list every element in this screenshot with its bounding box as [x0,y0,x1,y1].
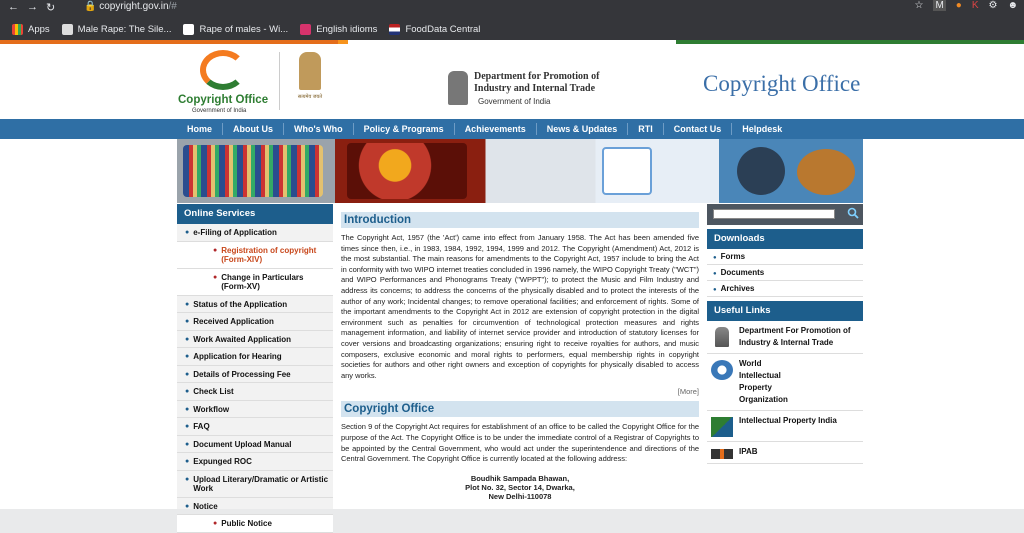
menu-received-application[interactable]: ● Received Application [177,313,333,331]
logo-divider [279,52,280,110]
introduction-text: The Copyright Act, 1957 (the 'Act') came… [341,233,699,380]
emblem-icon [715,327,729,347]
nav-whos-who[interactable]: Who's Who [284,123,354,135]
menu-upload-manual[interactable]: ● Document Upload Manual [177,436,333,453]
film-reel-image [737,147,785,195]
nav-news-updates[interactable]: News & Updates [537,123,629,135]
bookmark-rape-of-males[interactable]: Rape of males - Wi... [183,23,288,35]
menu-work-awaited[interactable]: ● Work Awaited Application [177,331,333,348]
extension-k-icon[interactable]: K [972,0,979,11]
downloads-title: Downloads [707,229,863,249]
link-ipab[interactable]: IPAB [707,442,863,464]
menu-efiling[interactable]: ● e-Filing of Application [177,224,333,242]
bookmarks-bar: Apps Male Rape: The Sile... Rape of male… [0,18,1024,40]
more-link[interactable]: [More] [341,387,699,396]
bookmark-fooddata[interactable]: FoodData Central [389,23,480,35]
flag-icon [389,23,401,35]
menu-status-application[interactable]: ● Status of the Application [177,296,333,313]
books-image [183,145,323,197]
online-services-title: Online Services [177,204,333,224]
copyright-office-heading: Copyright Office [341,401,699,418]
menu-registration-form-xiv[interactable]: ● Registration of copyright (Form-XIV) [177,241,333,269]
nav-helpdesk[interactable]: Helpdesk [732,123,792,135]
introduction-heading: Introduction [341,212,699,228]
apps-grid-icon [12,23,23,35]
browser-chrome: ← → ↻ 🔒 copyright.gov.in/# ☆ M ● K ⚙ ☻ A… [0,0,1024,40]
copyright-office-logo[interactable]: Copyright Office Government of India [178,50,268,114]
ef-icon [300,23,312,35]
star-icon[interactable]: ☆ [914,0,923,11]
extension-honey-icon[interactable]: ● [956,0,962,11]
search-bar [707,204,863,225]
office-address: Boudhik Sampada Bhawan, Plot No. 32, Sec… [465,473,575,501]
nav-achievements[interactable]: Achievements [455,123,537,135]
dipp-logo[interactable]: Department for Promotion of Industry and… [448,71,618,111]
site-header: Copyright Office Government of India सत्… [0,44,1024,119]
page-icon [61,23,73,35]
nav-policy-programs[interactable]: Policy & Programs [354,123,455,135]
address-bar[interactable]: 🔒 copyright.gov.in/# [84,1,177,12]
back-icon[interactable]: ← [8,1,19,13]
online-services-panel: Online Services ● e-Filing of Application… [177,204,333,533]
menu-expunged-roc[interactable]: ● Expunged ROC [177,453,333,471]
ipab-icon [711,449,733,459]
menu-upload-work[interactable]: ● Upload Literary/Dramatic or Artistic Wo… [177,471,333,498]
bookmark-apps[interactable]: Apps [12,23,50,35]
forward-icon[interactable]: → [27,1,38,13]
search-icon[interactable] [847,207,859,219]
avatar[interactable]: ☻ [1007,0,1018,11]
right-sidebar: Downloads ● Forms ● Documents ● Archives Us… [707,204,863,509]
link-dpiit[interactable]: Department For Promotion of Industry & I… [707,321,863,354]
nav-contact-us[interactable]: Contact Us [664,123,733,135]
url-host: copyright.gov.in [99,1,169,12]
lock-icon: 🔒 [84,1,97,12]
nav-about-us[interactable]: About Us [223,123,285,135]
emblem-icon [448,71,468,105]
lion-capital-icon [299,52,321,90]
wikipedia-icon [183,23,195,35]
menu-change-particulars-form-xv[interactable]: ● Change in Particulars (Form-XV) [177,268,333,296]
nav-rti[interactable]: RTI [628,123,664,135]
menu-notice[interactable]: ● Notice [177,498,333,515]
url-path: /# [168,1,177,12]
reload-icon[interactable]: ↻ [46,1,55,14]
menu-faq[interactable]: ● FAQ [177,418,333,436]
extensions-icon[interactable]: ⚙ [989,0,998,11]
copyright-office-text: Section 9 of the Copyright Act requires … [341,422,699,464]
menu-check-list[interactable]: ● Check List [177,383,333,401]
menu-application-hearing[interactable]: ● Application for Hearing [177,348,333,366]
link-wipo[interactable]: World Intellectual Property Organization [707,354,863,411]
ipindia-icon [711,417,733,437]
useful-links-title: Useful Links [707,301,863,321]
main-nav: Home About Us Who's Who Policy & Program… [0,119,1024,139]
web-page: Copyright Office Government of India सत्… [0,44,1024,533]
download-archives[interactable]: ● Archives [707,281,863,297]
menu-public-notice[interactable]: ● Public Notice [177,515,333,533]
extension-m-icon[interactable]: M [933,0,946,11]
bookmark-male-rape[interactable]: Male Rape: The Sile... [61,23,171,35]
search-input[interactable] [713,209,835,219]
download-documents[interactable]: ● Documents [707,265,863,281]
dancers-image [347,143,467,199]
hero-banner [177,139,863,203]
c-swoosh-icon [200,50,246,90]
drum-image [797,149,855,195]
menu-processing-fee[interactable]: ● Details of Processing Fee [177,366,333,383]
national-emblem: सत्यमेव जयते [291,52,329,112]
download-forms[interactable]: ● Forms [707,249,863,265]
main-content: Introduction The Copyright Act, 1957 (th… [341,212,699,509]
link-ip-india[interactable]: Intellectual Property India [707,411,863,442]
bookmark-english-idioms[interactable]: English idioms [300,23,377,35]
wipo-icon [711,360,733,380]
nav-home[interactable]: Home [177,123,224,135]
software-box-image [602,147,652,195]
menu-workflow[interactable]: ● Workflow [177,401,333,418]
site-title: Copyright Office [703,71,861,96]
